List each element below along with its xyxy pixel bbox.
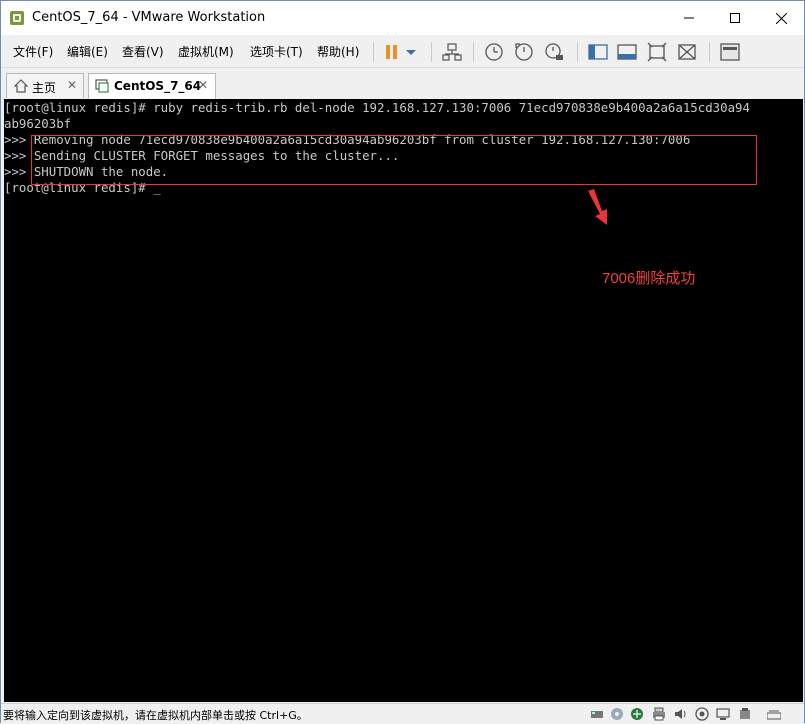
hdd-icon[interactable] [590, 707, 604, 721]
vm-icon [95, 79, 109, 96]
tab-close-icon[interactable]: ✕ [67, 78, 77, 92]
snapshot-icon[interactable] [483, 41, 505, 63]
resize-grip-icon[interactable] [766, 707, 782, 721]
menu-tabs[interactable]: 选项卡(T) [250, 43, 303, 60]
toolbar-separator [373, 42, 374, 62]
pause-icon[interactable] [381, 41, 403, 63]
vm-console[interactable]: [root@linux redis]# ruby redis-trib.rb d… [4, 99, 803, 702]
vmware-app-icon [9, 10, 25, 26]
highlight-box [31, 135, 757, 185]
red-arrow-icon [585, 189, 611, 229]
console-view-icon[interactable] [616, 41, 638, 63]
vmware-window: CentOS_7_64 - VMware Workstation 文件(F) 编… [0, 0, 805, 723]
revert-snapshot-icon[interactable] [513, 41, 535, 63]
close-button[interactable] [758, 1, 804, 35]
menu-edit[interactable]: 编辑(E) [67, 43, 108, 60]
network-icon[interactable] [441, 41, 463, 63]
status-message: 要将输入定向到该虚拟机，请在虚拟机内部单击或按 Ctrl+G。 [3, 709, 308, 722]
annotation-text: 7006删除成功 [602, 270, 696, 287]
unity-icon[interactable] [676, 41, 698, 63]
menu-toolbar: 文件(F) 编辑(E) 查看(V) 虚拟机(M) 选项卡(T) 帮助(H) [1, 35, 804, 68]
sound-icon[interactable] [673, 707, 687, 721]
tab-home-label: 主页 [32, 81, 57, 95]
printer-icon[interactable] [652, 707, 666, 721]
toolbar-separator [431, 42, 432, 62]
terminal-line: [root@linux redis]# ruby redis-trib.rb d… [4, 100, 750, 115]
fullscreen-icon[interactable] [646, 41, 668, 63]
maximize-button[interactable] [712, 1, 758, 35]
toolbar-separator [577, 42, 578, 62]
display-icon[interactable] [716, 707, 730, 721]
tab-close-icon[interactable]: ✕ [198, 78, 208, 92]
home-icon [13, 79, 29, 96]
chevron-down-icon[interactable] [403, 41, 419, 63]
menu-file[interactable]: 文件(F) [13, 43, 53, 60]
usb-icon[interactable] [695, 707, 709, 721]
title-bar[interactable]: CentOS_7_64 - VMware Workstation [1, 1, 804, 35]
tab-bar: 主页 ✕ CentOS_7_64 ✕ [1, 68, 804, 99]
sidebar-view-icon[interactable] [587, 41, 609, 63]
tab-centos[interactable]: CentOS_7_64 ✕ [88, 73, 216, 99]
terminal-line: ab96203bf [4, 116, 72, 131]
snapshot-manager-icon[interactable] [543, 41, 565, 63]
menu-help[interactable]: 帮助(H) [317, 43, 359, 60]
tab-centos-label: CentOS_7_64 [114, 79, 202, 93]
window-title: CentOS_7_64 - VMware Workstation [32, 10, 266, 25]
toolbar-separator [709, 42, 710, 62]
status-bar: 要将输入定向到该虚拟机，请在虚拟机内部单击或按 Ctrl+G。 [1, 703, 804, 723]
menu-view[interactable]: 查看(V) [122, 43, 164, 60]
minimize-button[interactable] [666, 1, 712, 35]
menu-vm[interactable]: 虚拟机(M) [178, 43, 234, 60]
cdrom-icon[interactable] [610, 707, 624, 721]
toolbar-separator [473, 42, 474, 62]
message-icon[interactable] [738, 707, 752, 721]
library-view-icon[interactable] [719, 41, 741, 63]
tab-home[interactable]: 主页 ✕ [6, 73, 84, 98]
network-adapter-icon[interactable] [630, 707, 644, 721]
